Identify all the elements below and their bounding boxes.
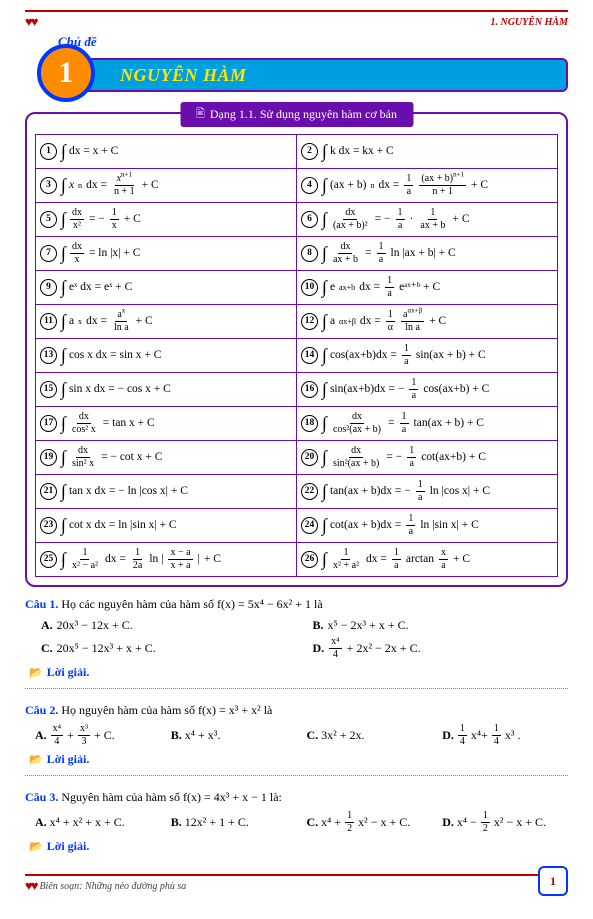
q3-option-b[interactable]: B.12x² + 1 + C. [161, 809, 297, 836]
heart-icon: ♥♥ [25, 878, 36, 894]
formula-box: 🖹 Dạng 1.1. Sử dụng nguyên hàm cơ bản 1∫… [25, 112, 568, 587]
formula-24: 24∫cot(ax + b)dx = 1a ln |sin x| + C [297, 509, 558, 543]
q2-option-b[interactable]: B.x⁴ + x³. [161, 722, 297, 749]
q1-option-c[interactable]: C.20x⁵ − 12x³ + x + C. [25, 635, 297, 662]
question-text: Nguyên hàm của hàm số f(x) = 4x³ + x − 1… [61, 790, 282, 804]
chapter-title: NGUYÊN HÀM [120, 65, 247, 86]
formula-table: 1∫dx = x + C 2∫k dx = kx + C 3∫xndx = xn… [35, 134, 558, 577]
formula-26: 26∫1x² + a² dx = 1a arctan xa + C [297, 543, 558, 577]
question-2: Câu 2. Họ nguyên hàm của hàm số f(x) = x… [25, 703, 568, 718]
folder-icon: 📂 [29, 666, 43, 679]
q2-option-c[interactable]: C.3x² + 2x. [297, 722, 433, 749]
q1-options: A.20x³ − 12x + C. B.x⁵ − 2x³ + x + C. C.… [25, 616, 568, 662]
formula-8: 8∫dxax + b = 1a ln |ax + b| + C [297, 237, 558, 271]
document-icon: 🖹 [196, 105, 205, 124]
formula-3: 3∫xndx = xn+1n + 1 + C [36, 169, 297, 203]
formula-12: 12∫aαx+β dx = 1αaαx+βln a + C [297, 305, 558, 339]
formula-5: 5∫dxx² = −1x + C [36, 203, 297, 237]
tab-label: Dạng 1.1. Sử dụng nguyên hàm cơ bản [210, 107, 397, 122]
q1-option-a[interactable]: A.20x³ − 12x + C. [25, 616, 297, 635]
formula-15: 15∫sin x dx = − cos x + C [36, 373, 297, 407]
folder-icon: 📂 [29, 753, 43, 766]
formula-7: 7∫dxx = ln |x| + C [36, 237, 297, 271]
question-number: Câu 1. [25, 597, 58, 611]
q2-options: A.x⁴4+x³3 + C. B.x⁴ + x³. C.3x² + 2x. D.… [25, 722, 568, 749]
formula-21: 21∫tan x dx = − ln |cos x| + C [36, 475, 297, 509]
page-number: 1 [538, 866, 568, 896]
heart-icon: ♥♥ [25, 14, 36, 30]
q1-solution-toggle[interactable]: 📂 Lời giải. [29, 665, 568, 680]
formula-11: 11∫ax dx = axln a + C [36, 305, 297, 339]
formula-17: 17∫dxcos² x = tan x + C [36, 407, 297, 441]
page-header: ♥♥ 1. NGUYÊN HÀM [25, 10, 568, 30]
formula-18: 18∫dxcos²(ax + b) = 1a tan(ax + b) + C [297, 407, 558, 441]
q2-option-a[interactable]: A.x⁴4+x³3 + C. [25, 722, 161, 749]
q1-option-b[interactable]: B.x⁵ − 2x³ + x + C. [297, 616, 569, 635]
formula-25: 25∫1x² − a² dx = 12a ln |x − ax + a| + C [36, 543, 297, 577]
formula-16: 16∫sin(ax+b)dx = −1a cos(ax+b) + C [297, 373, 558, 407]
separator [25, 688, 568, 689]
separator [25, 775, 568, 776]
formula-23: 23∫cot x dx = ln |sin x| + C [36, 509, 297, 543]
question-1: Câu 1. Họ các nguyên hàm của hàm số f(x)… [25, 597, 568, 612]
formula-20: 20∫dxsin²(ax + b) = −1a cot(ax+b) + C [297, 441, 558, 475]
question-text: Họ các nguyên hàm của hàm số f(x) = 5x⁴ … [61, 597, 322, 611]
formula-14: 14∫cos(ax+b)dx = 1a sin(ax + b) + C [297, 339, 558, 373]
title-bar: NGUYÊN HÀM [80, 58, 568, 92]
question-text: Họ nguyên hàm của hàm số f(x) = x³ + x² … [61, 703, 272, 717]
folder-icon: 📂 [29, 840, 43, 853]
formula-2: 2∫k dx = kx + C [297, 135, 558, 169]
formula-6: 6∫dx(ax + b)² = −1a·1ax + b + C [297, 203, 558, 237]
q2-solution-toggle[interactable]: 📂 Lời giải. [29, 752, 568, 767]
chapter-number-circle: 1 [37, 44, 95, 102]
q1-option-d[interactable]: D.x⁴4 + 2x² − 2x + C. [297, 635, 569, 662]
chapter-banner: NGUYÊN HÀM Chủ đề 1 [25, 48, 568, 100]
formula-4: 4∫(ax + b)n dx = 1a(ax + b)n+1n + 1 + C [297, 169, 558, 203]
formula-10: 10∫eax+b dx = 1aeᵃˣ⁺ᵇ + C [297, 271, 558, 305]
q2-option-d[interactable]: D.14x⁴+14x³. [432, 722, 568, 749]
q3-options: A.x⁴ + x² + x + C. B.12x² + 1 + C. C.x⁴ … [25, 809, 568, 836]
formula-22: 22∫tan(ax + b)dx = −1a ln |cos x| + C [297, 475, 558, 509]
formula-19: 19∫dxsin² x = − cot x + C [36, 441, 297, 475]
chapter-tag: Chủ đề [58, 34, 97, 50]
question-number: Câu 2. [25, 703, 58, 717]
page-footer: ♥♥ Biên soạn: Những nẻo đường phù sa 1 [25, 874, 568, 894]
q3-option-a[interactable]: A.x⁴ + x² + x + C. [25, 809, 161, 836]
formula-9: 9∫eˣ dx = eˣ + C [36, 271, 297, 305]
section-label: 1. NGUYÊN HÀM [490, 17, 568, 28]
box-tab: 🖹 Dạng 1.1. Sử dụng nguyên hàm cơ bản [180, 102, 413, 127]
q3-solution-toggle[interactable]: 📂 Lời giải. [29, 839, 568, 854]
q3-option-d[interactable]: D.x⁴ − 12x² − x + C. [432, 809, 568, 836]
question-3: Câu 3. Nguyên hàm của hàm số f(x) = 4x³ … [25, 790, 568, 805]
formula-13: 13∫cos x dx = sin x + C [36, 339, 297, 373]
formula-1: 1∫dx = x + C [36, 135, 297, 169]
q3-option-c[interactable]: C.x⁴ + 12x² − x + C. [297, 809, 433, 836]
author-credit: Biên soạn: Những nẻo đường phù sa [39, 881, 186, 892]
question-number: Câu 3. [25, 790, 58, 804]
